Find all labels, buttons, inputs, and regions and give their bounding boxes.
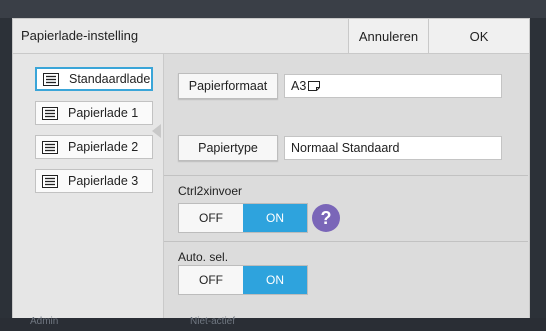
section-divider [164, 175, 528, 176]
tray-label: Papierlade 1 [68, 106, 139, 120]
tray-list-icon [42, 140, 58, 154]
background-top-bar [0, 0, 546, 18]
tray-list-icon [42, 106, 58, 120]
auto-sel-label: Auto. sel. [178, 250, 229, 264]
auto-sel-on-option[interactable]: ON [243, 266, 307, 294]
cancel-button[interactable]: Annuleren [348, 19, 428, 53]
paper-type-button[interactable]: Papiertype [178, 135, 278, 161]
selection-pointer [152, 124, 161, 138]
tray-label: Papierlade 2 [68, 140, 139, 154]
tray-list-icon [43, 72, 59, 86]
tray-label: Papierlade 3 [68, 174, 139, 188]
tray-item-papierlade-1[interactable]: Papierlade 1 [35, 101, 153, 125]
paper-size-value: A3 [284, 74, 502, 98]
paper-type-value: Normaal Standaard [284, 136, 502, 160]
section-divider [164, 241, 528, 242]
auto-sel-off-option[interactable]: OFF [179, 266, 243, 294]
tray-list: Standaardlade Papierlade 1 Papierlade 2 [13, 54, 163, 326]
paper-size-button[interactable]: Papierformaat [178, 73, 278, 99]
background-bottom-bar [0, 318, 546, 331]
paper-tray-settings-dialog: Papierlade-instelling Annuleren OK Stand… [12, 18, 530, 327]
ctrl2x-on-option[interactable]: ON [243, 204, 307, 232]
auto-sel-toggle: OFF ON [178, 265, 308, 295]
bottom-left-text: Admin [30, 316, 59, 327]
question-icon[interactable]: ? [312, 204, 340, 232]
ctrl2x-label: Ctrl2xinvoer [178, 184, 243, 198]
tray-list-icon [42, 174, 58, 188]
bottom-mid-text: Niet-actief [190, 316, 236, 327]
tray-settings-panel: Papierformaat A3 Papiertype Normaal Stan… [163, 54, 529, 326]
ctrl2x-toggle: OFF ON [178, 203, 308, 233]
dialog-titlebar: Papierlade-instelling Annuleren OK [13, 19, 529, 54]
tray-item-papierlade-3[interactable]: Papierlade 3 [35, 169, 153, 193]
tray-item-standaardlade[interactable]: Standaardlade [35, 67, 153, 91]
ctrl2x-off-option[interactable]: OFF [179, 204, 243, 232]
tray-label: Standaardlade [69, 72, 151, 86]
ok-button[interactable]: OK [428, 19, 529, 53]
dialog-title: Papierlade-instelling [21, 28, 139, 43]
landscape-page-icon [308, 81, 321, 91]
tray-item-papierlade-2[interactable]: Papierlade 2 [35, 135, 153, 159]
paper-size-text: A3 [291, 79, 307, 93]
